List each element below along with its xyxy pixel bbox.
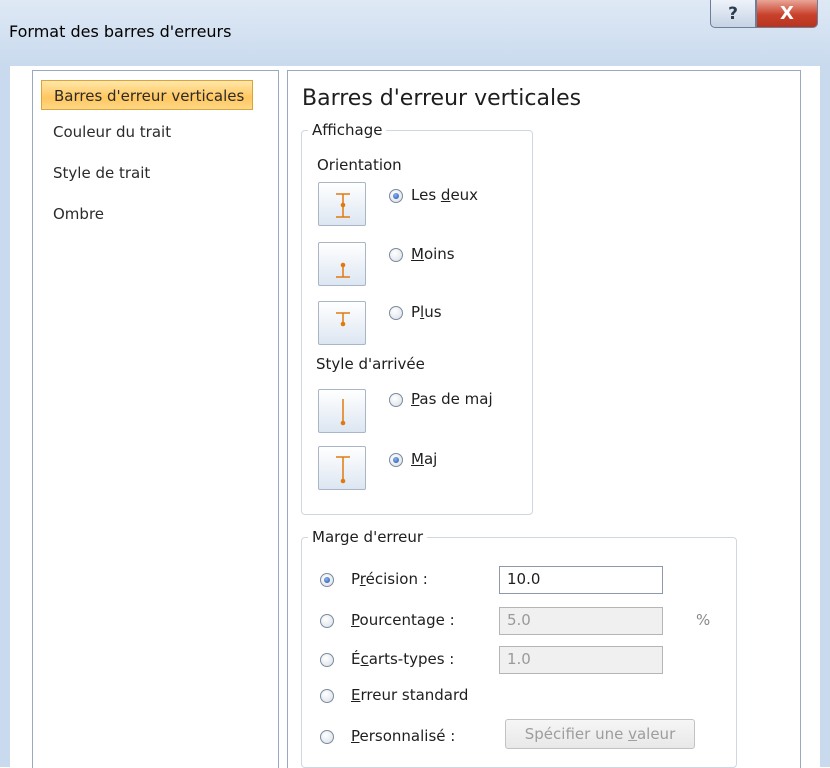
orientation-plus-button[interactable]: [318, 301, 366, 345]
orientation-both-label: Les deux: [411, 186, 479, 204]
end-style-cap-button[interactable]: [318, 446, 366, 490]
help-icon: ?: [728, 3, 738, 24]
sidebar-item-label: Couleur du trait: [53, 123, 172, 141]
standard-error-label: Erreur standard: [351, 686, 469, 704]
percentage-unit: %: [696, 611, 711, 629]
close-button[interactable]: X: [756, 0, 818, 28]
orientation-label: Orientation: [317, 156, 402, 174]
end-style-label: Style d'arrivée: [316, 355, 425, 373]
category-sidebar: Barres d'erreur verticales Couleur du tr…: [32, 70, 279, 768]
error-bar-plus-icon: [336, 312, 350, 327]
error-bar-cap-icon: [336, 456, 350, 484]
orientation-plus-label: Plus: [411, 303, 442, 321]
sidebar-item-shadow[interactable]: Ombre: [41, 199, 253, 229]
title-bar: Format des barres d'erreurs: [0, 0, 830, 66]
custom-label: Personnalisé :: [351, 727, 456, 745]
standard-error-radio[interactable]: [320, 689, 334, 703]
stddev-radio[interactable]: [320, 653, 334, 667]
orientation-minus-radio[interactable]: [389, 248, 403, 262]
precision-radio[interactable]: [320, 573, 334, 587]
orientation-minus-button[interactable]: [318, 242, 366, 286]
window-frame-left: [0, 66, 10, 767]
sidebar-item-line-style[interactable]: Style de trait: [41, 158, 253, 188]
percentage-input[interactable]: 5.0: [499, 607, 663, 635]
orientation-minus-label: Moins: [411, 245, 455, 263]
percentage-radio[interactable]: [320, 614, 334, 628]
precision-label: Précision :: [351, 570, 428, 588]
sidebar-item-vertical-error-bars[interactable]: Barres d'erreur verticales: [41, 80, 253, 110]
end-style-cap-radio[interactable]: [389, 453, 403, 467]
sidebar-item-label: Style de trait: [53, 164, 151, 182]
display-group-legend: Affichage: [312, 121, 383, 139]
end-style-no-cap-radio[interactable]: [389, 393, 403, 407]
window-title: Format des barres d'erreurs: [9, 22, 232, 41]
specify-value-button[interactable]: Spécifier une valeur: [505, 719, 695, 749]
stddev-label: Écarts-types :: [351, 650, 455, 668]
error-amount-group-legend: Marge d'erreur: [312, 528, 424, 546]
error-bar-both-icon: [336, 193, 350, 218]
custom-radio[interactable]: [320, 730, 334, 744]
orientation-plus-radio[interactable]: [389, 306, 403, 320]
precision-input[interactable]: 10.0: [499, 566, 663, 594]
error-bar-no-cap-icon: [340, 399, 346, 426]
percentage-label: Pourcentage :: [351, 611, 455, 629]
orientation-both-radio[interactable]: [389, 189, 403, 203]
stddev-input[interactable]: 1.0: [499, 646, 663, 674]
window-frame-right: [820, 66, 830, 767]
error-bar-minus-icon: [336, 262, 350, 278]
end-style-no-cap-button[interactable]: [318, 389, 366, 433]
sidebar-item-label: Barres d'erreur verticales: [54, 87, 245, 105]
orientation-both-button[interactable]: [318, 182, 366, 226]
end-style-cap-label: Maj: [411, 450, 438, 468]
end-style-no-cap-label: Pas de maj: [411, 390, 493, 408]
sidebar-item-line-color[interactable]: Couleur du trait: [41, 117, 253, 147]
close-icon: X: [780, 3, 794, 24]
sidebar-item-label: Ombre: [53, 205, 105, 223]
help-button[interactable]: ?: [710, 0, 756, 28]
page-title: Barres d'erreur verticales: [302, 86, 582, 111]
